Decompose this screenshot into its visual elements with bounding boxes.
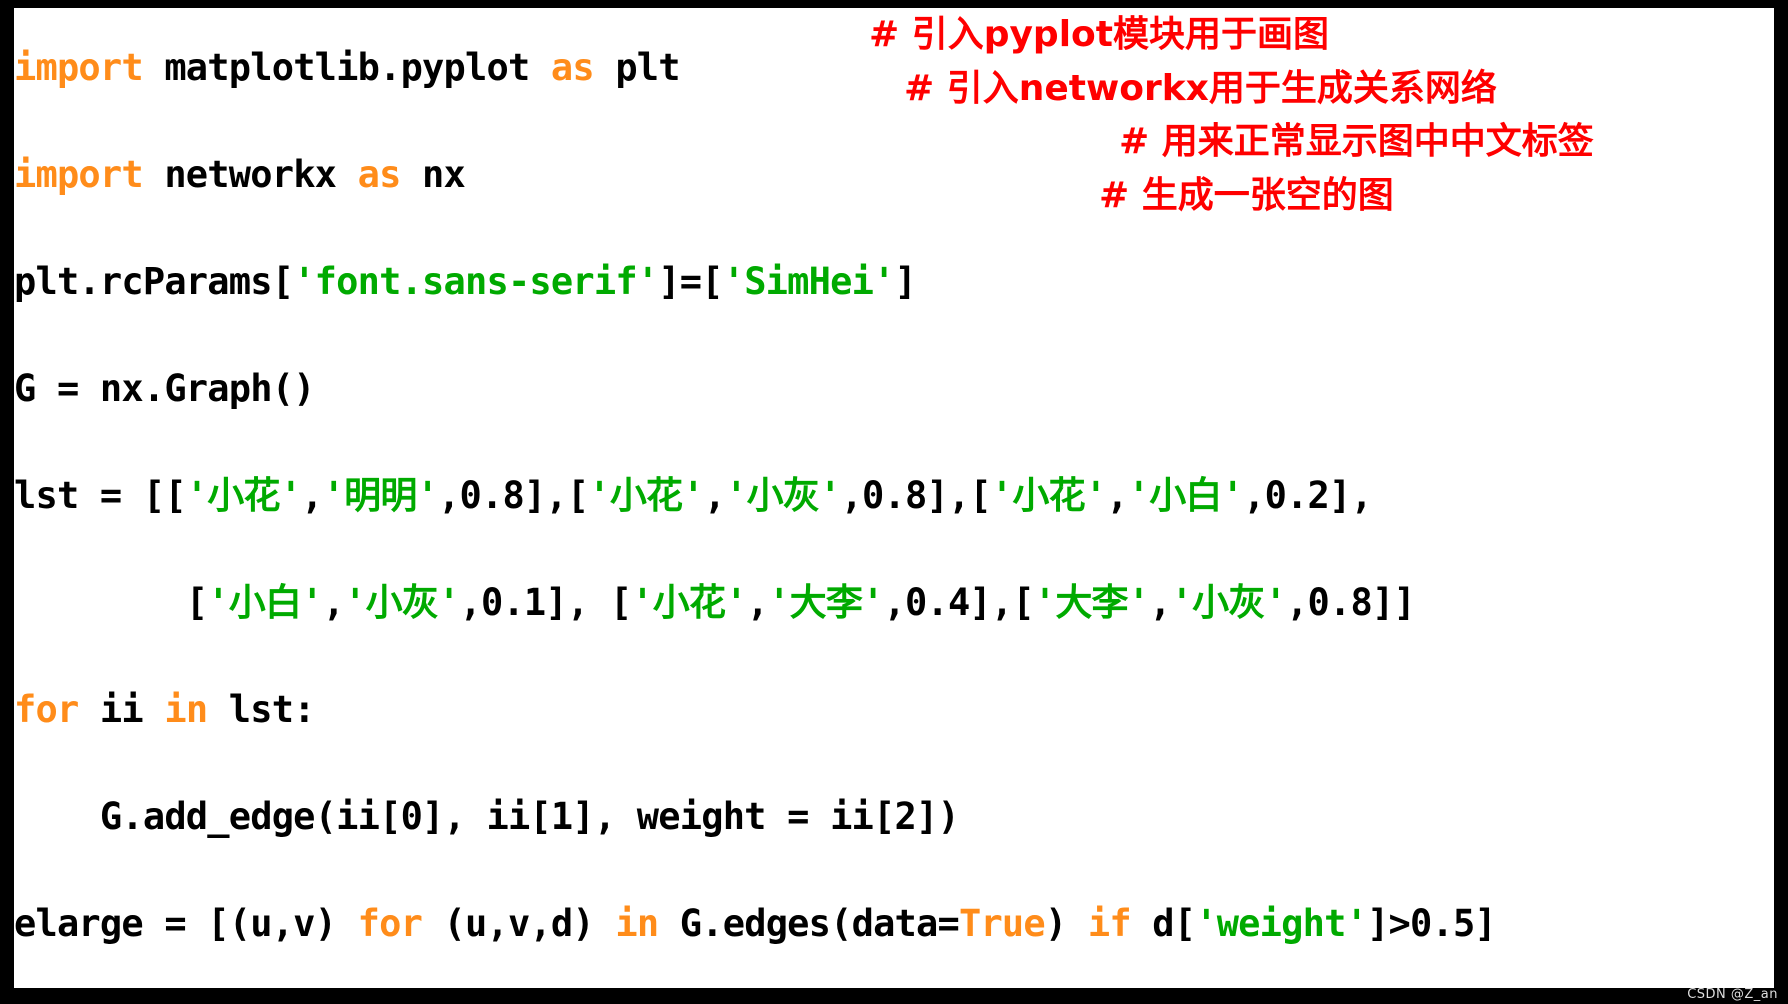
watermark: CSDN @Z_an: [1687, 987, 1778, 1002]
code-token: '小花': [588, 474, 704, 517]
code-line-9[interactable]: elarge = [(u,v) for (u,v,d) in G.edges(d…: [14, 897, 1774, 951]
code-token: ]: [894, 260, 917, 303]
code-token: for: [357, 902, 423, 945]
code-token: 'SimHei': [722, 260, 896, 303]
comment-networkx: # 引入networkx用于生成关系网络: [904, 67, 1497, 109]
code-token: nx: [400, 153, 466, 196]
code-token: as: [357, 153, 402, 196]
code-token: G.add_edge(ii[0], ii[1], weight = ii[2]): [14, 795, 960, 838]
code-token: ): [1044, 902, 1088, 945]
code-token: '小花': [185, 474, 302, 517]
code-token: ]>0.5]: [1367, 902, 1497, 945]
comment-pyplot: # 引入pyplot模块用于画图: [869, 14, 1329, 55]
code-screenshot: import matplotlib.pyplot as plt import n…: [0, 0, 1788, 1004]
code-token: G.edges(data=: [658, 902, 960, 945]
code-token: networkx: [142, 153, 358, 196]
code-token: lst:: [207, 688, 316, 731]
code-token: ,0.8]]: [1286, 581, 1416, 624]
code-token: if: [1087, 902, 1132, 945]
code-token: ii: [78, 688, 165, 731]
code-token: 'font.sans-serif': [293, 260, 659, 303]
code-token: '小灰': [344, 581, 460, 624]
code-token: ,0.8],[: [438, 474, 589, 517]
code-token: plt.rcParams[: [14, 260, 294, 303]
code-token: 'weight': [1195, 902, 1368, 945]
code-line-8[interactable]: G.add_edge(ii[0], ii[1], weight = ii[2]): [14, 790, 1774, 844]
comment-simhei: # 用来正常显示图中中文标签: [1119, 121, 1594, 162]
code-token: for: [14, 688, 79, 731]
code-line-3[interactable]: plt.rcParams['font.sans-serif']=['SimHei…: [14, 255, 1774, 309]
code-token: ,0.2],: [1243, 474, 1373, 517]
code-token: '小花': [990, 474, 1107, 517]
code-token: as: [550, 46, 595, 89]
code-token: ,0.8],[: [840, 474, 992, 517]
code-token: '明明': [322, 474, 439, 517]
code-token: d[: [1130, 902, 1196, 945]
code-token: ,: [703, 474, 726, 517]
code-token: ,: [301, 474, 323, 517]
code-line-6[interactable]: ['小白','小灰',0.1], ['小花','大李',0.4],['大李','…: [14, 576, 1774, 630]
code-token: True: [958, 902, 1046, 945]
code-token: in: [615, 902, 659, 945]
code-line-7[interactable]: for ii in lst:: [14, 683, 1774, 737]
code-token: matplotlib.pyplot: [142, 46, 551, 89]
code-token: in: [164, 688, 208, 731]
code-token: '小花': [631, 581, 747, 624]
code-token: '大李': [768, 581, 884, 624]
code-token: ,: [1106, 474, 1128, 517]
code-token: '小白': [1127, 474, 1244, 517]
code-token: ,0.1], [: [459, 581, 633, 624]
code-token: G = nx.Graph(): [14, 367, 315, 410]
code-line-5[interactable]: lst = [['小花','明明',0.8],['小花','小灰',0.8],[…: [14, 469, 1774, 523]
code-token: import: [14, 46, 144, 89]
code-token: lst = [[: [14, 474, 187, 517]
code-token: ,: [322, 581, 345, 624]
code-editor-canvas: import matplotlib.pyplot as plt import n…: [14, 8, 1774, 988]
code-token: '小灰': [725, 474, 841, 517]
comment-graph: # 生成一张空的图: [1099, 174, 1394, 216]
code-token: '小白': [207, 581, 323, 624]
code-token: ,: [1149, 581, 1171, 624]
code-line-4[interactable]: G = nx.Graph(): [14, 362, 1774, 416]
code-token: plt: [593, 46, 680, 89]
code-token: elarge = [(u,v): [14, 902, 358, 945]
code-token: [: [14, 581, 208, 624]
code-token: import: [14, 153, 144, 196]
code-token: ]=[: [658, 260, 723, 303]
code-token: ,: [746, 581, 769, 624]
code-token: '大李': [1033, 581, 1150, 624]
code-token: '小灰': [1170, 581, 1287, 624]
code-token: (u,v,d): [422, 902, 616, 945]
code-block[interactable]: import matplotlib.pyplot as plt import n…: [14, 41, 1774, 988]
code-token: ,0.4],[: [883, 581, 1035, 624]
